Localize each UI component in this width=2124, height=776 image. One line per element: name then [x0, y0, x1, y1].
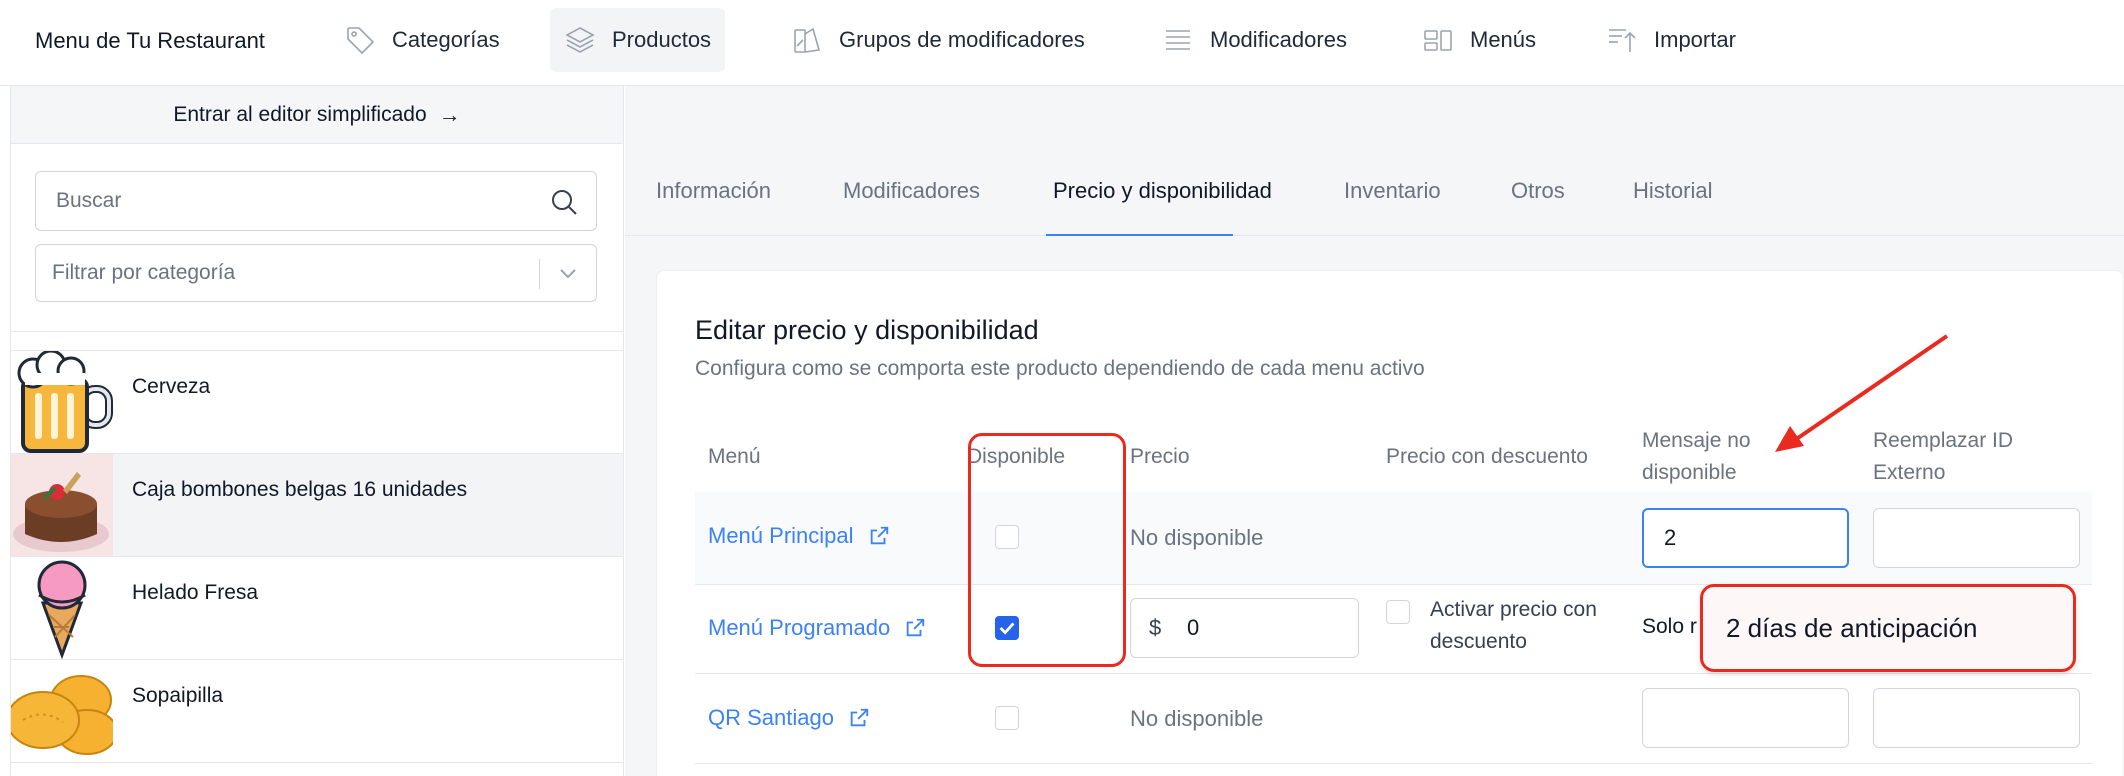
menu-link-principal[interactable]: Menú Principal: [708, 523, 890, 549]
menu-link-qr-santiago[interactable]: QR Santiago: [708, 705, 870, 731]
product-name: Helado Fresa: [132, 581, 259, 604]
search-icon[interactable]: [550, 188, 578, 216]
brand-title[interactable]: Menu de Tu Restaurant: [35, 0, 265, 82]
list-item[interactable]: Cerveza: [11, 351, 623, 454]
tab-historial[interactable]: Historial: [1633, 178, 1712, 204]
available-checkbox[interactable]: [995, 706, 1019, 730]
nav-item-grupos-modificadores[interactable]: Grupos de modificadores: [777, 8, 1099, 72]
nav-item-menus[interactable]: Menús: [1408, 8, 1550, 72]
table-divider: [695, 763, 2092, 764]
select-separator: [539, 259, 540, 289]
product-name: Cerveza: [132, 375, 211, 398]
column-header-menu: Menú: [708, 445, 761, 468]
main-panel: Información Modificadores Precio y dispo…: [625, 86, 2124, 776]
top-navigation: Menu de Tu Restaurant Categorías Product…: [0, 0, 2124, 86]
column-header-price: Precio: [1130, 445, 1190, 468]
tab-inventario[interactable]: Inventario: [1344, 178, 1441, 204]
discount-checkbox[interactable]: [1386, 600, 1410, 624]
search-input[interactable]: [36, 172, 516, 230]
tab-precio-disponibilidad[interactable]: Precio y disponibilidad: [1053, 178, 1272, 204]
chocolate-cake-image: [11, 454, 113, 556]
menu-name: Menú Programado: [708, 615, 891, 640]
currency-symbol: $: [1149, 615, 1162, 640]
product-name: Caja bombones belgas 16 unidades: [132, 478, 468, 501]
layers-icon: [565, 27, 595, 53]
unavailable-message-text: Solo r: [1642, 615, 1697, 638]
header-line: disponible: [1642, 461, 1737, 484]
nav-item-importar[interactable]: Importar: [1592, 8, 1750, 72]
tag-icon: [347, 27, 375, 55]
external-link-icon[interactable]: [868, 525, 890, 547]
nav-item-label: Modificadores: [1210, 27, 1347, 52]
modifier-groups-icon: [794, 27, 821, 53]
price-value: 0: [1187, 615, 1200, 640]
product-list: Cerveza Caja bombones belgas 16 unidades: [11, 331, 623, 763]
column-header-external-id: Reemplazar ID Externo: [1873, 425, 2013, 489]
nav-item-modificadores[interactable]: Modificadores: [1148, 8, 1361, 72]
nav-item-productos[interactable]: Productos: [550, 8, 726, 72]
beer-mug-image: [11, 351, 113, 453]
category-filter-placeholder: Filtrar por categoría: [52, 261, 236, 284]
chevron-down-icon[interactable]: [556, 261, 580, 285]
nav-item-label: Categorías: [392, 27, 500, 52]
external-id-input[interactable]: [1873, 688, 2080, 748]
search-box: [35, 171, 597, 231]
external-link-icon[interactable]: [904, 617, 926, 639]
tab-modificadores[interactable]: Modificadores: [843, 178, 980, 204]
arrow-right-icon: →: [438, 101, 461, 127]
label-line: descuento: [1430, 630, 1527, 653]
product-sidebar: Entrar al editor simplificado → Filtrar …: [10, 86, 624, 776]
simple-editor-link[interactable]: Entrar al editor simplificado →: [11, 86, 623, 144]
unavailable-message-tooltip: 2 días de anticipación: [1700, 584, 2076, 672]
unavailable-message-input[interactable]: [1642, 688, 1849, 748]
nav-item-label: Menús: [1470, 27, 1537, 52]
discount-checkbox-label: Activar precio con descuento: [1430, 594, 1597, 658]
label-line: Activar precio con: [1430, 598, 1597, 621]
external-link-icon[interactable]: [848, 707, 870, 729]
price-unavailable-text: No disponible: [1130, 525, 1264, 550]
list-item[interactable]: Caja bombones belgas 16 unidades: [11, 454, 623, 557]
tooltip-text: 2 días de anticipación: [1726, 613, 1978, 643]
tab-otros[interactable]: Otros: [1511, 178, 1565, 204]
external-id-input[interactable]: [1873, 508, 2080, 568]
column-header-unavailable-msg: Mensaje no disponible: [1642, 425, 1751, 489]
header-line: Reemplazar ID: [1873, 429, 2014, 452]
nav-item-label: Grupos de modificadores: [839, 27, 1085, 52]
ice-cream-image: [11, 557, 113, 659]
header-line: Mensaje no: [1642, 429, 1751, 452]
menu-name: QR Santiago: [708, 705, 834, 730]
annotation-highlight-box: [968, 433, 1126, 667]
list-icon: [1166, 30, 1190, 50]
import-icon: [1609, 29, 1636, 52]
header-line: Externo: [1873, 461, 1946, 484]
card-title: Editar precio y disponibilidad: [695, 315, 1039, 345]
nav-item-label: Importar: [1654, 27, 1736, 52]
simple-editor-label: Entrar al editor simplificado: [173, 102, 427, 126]
product-name: Sopaipilla: [132, 684, 224, 707]
price-unavailable-text: No disponible: [1130, 706, 1264, 731]
nav-item-categorias[interactable]: Categorías: [330, 8, 514, 72]
unavailable-message-input[interactable]: 2: [1642, 508, 1849, 568]
table-divider: [695, 673, 2092, 674]
column-header-discount: Precio con descuento: [1386, 445, 1588, 468]
card-subtitle: Configura como se comporta este producto…: [695, 357, 1425, 380]
price-input[interactable]: $ 0: [1130, 598, 1359, 658]
list-item-partial: [11, 332, 623, 351]
list-item[interactable]: Helado Fresa: [11, 557, 623, 660]
list-item[interactable]: Sopaipilla: [11, 660, 623, 763]
menu-link-programado[interactable]: Menú Programado: [708, 615, 926, 641]
layout-icon: [1424, 30, 1452, 51]
category-filter-select[interactable]: Filtrar por categoría: [35, 244, 597, 302]
menu-name: Menú Principal: [708, 523, 854, 548]
nav-item-label: Productos: [612, 27, 712, 52]
active-tab-indicator: [1046, 234, 1233, 236]
tab-informacion[interactable]: Información: [656, 178, 771, 204]
price-availability-card: Editar precio y disponibilidad Configura…: [656, 270, 2124, 776]
tab-bar: Información Modificadores Precio y dispo…: [625, 86, 2124, 236]
sopaipilla-image: [11, 660, 113, 762]
